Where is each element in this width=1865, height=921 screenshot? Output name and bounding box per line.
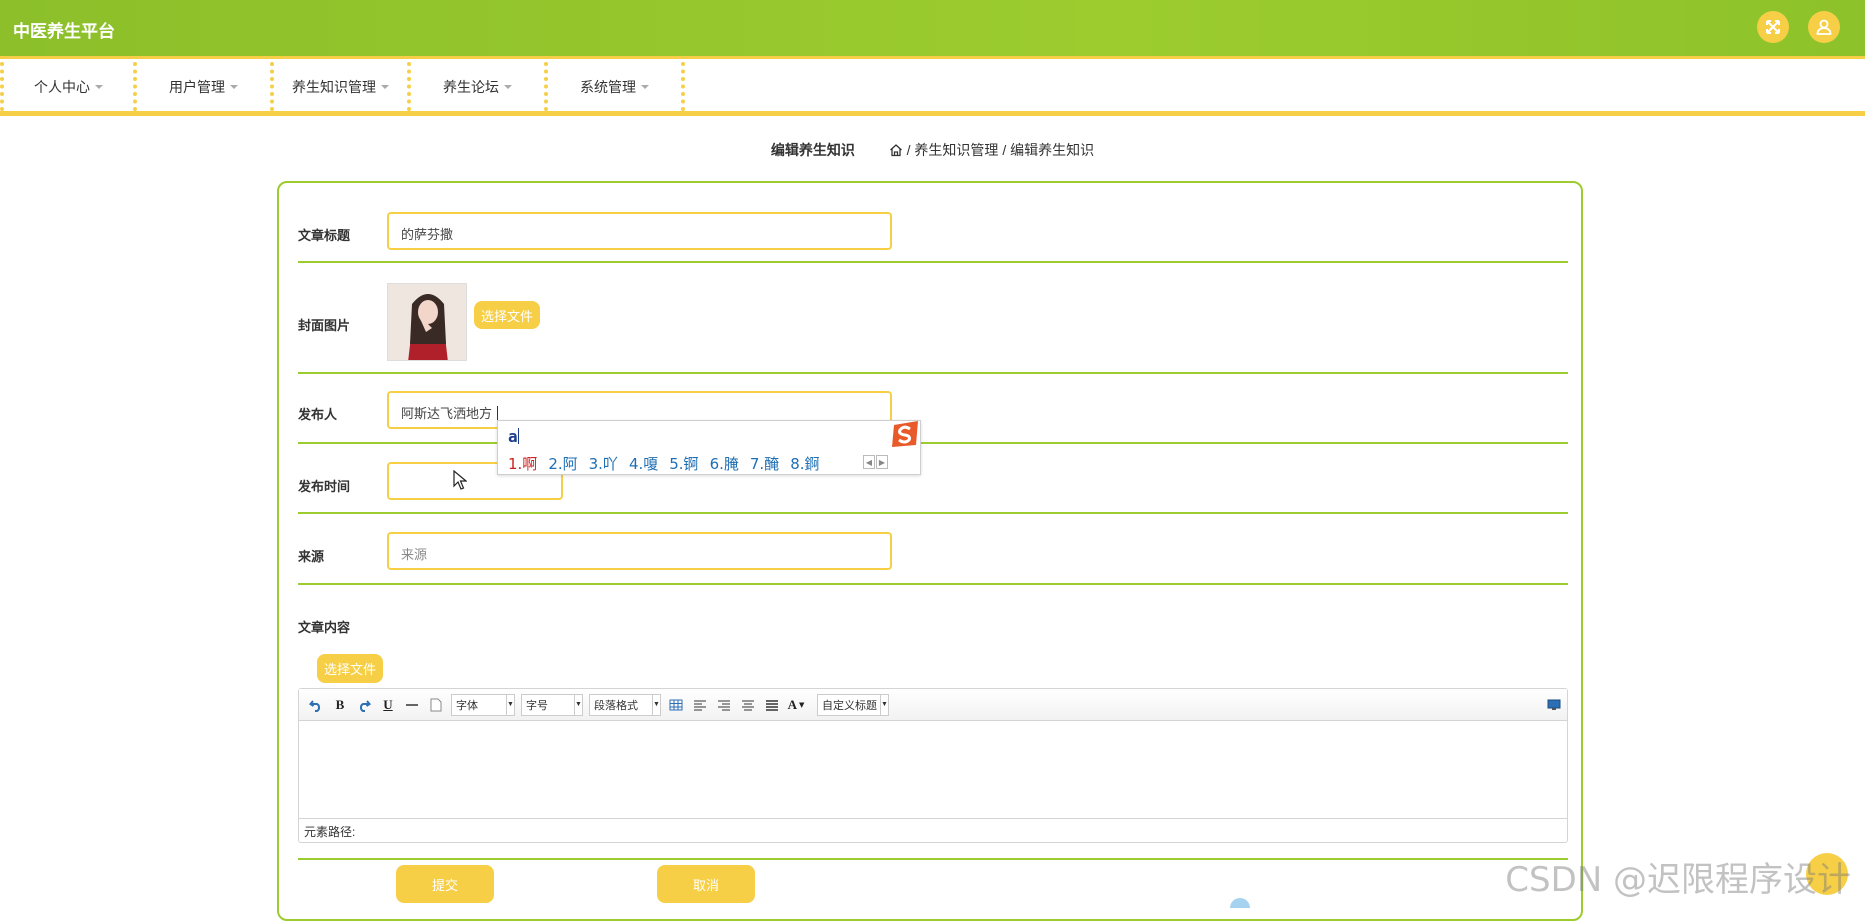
page-icon[interactable] [427, 696, 445, 714]
home-icon[interactable] [889, 143, 903, 157]
publisher-label: 发布人 [298, 407, 338, 422]
publish-time-label: 发布时间 [298, 479, 351, 494]
ime-candidate[interactable]: 8.錒 [790, 453, 819, 474]
horizontal-rule-icon[interactable] [403, 696, 421, 714]
align-left-icon[interactable] [691, 696, 709, 714]
cover-label: 封面图片 [298, 318, 351, 333]
form-row-cover: 封面图片 选择文件 [298, 263, 1568, 374]
ime-prev-page-icon[interactable]: ◀ [863, 455, 875, 469]
ime-candidates: 1.啊 2.阿 3.吖 4.嗄 5.锕 6.腌 7.醃 8.錒 [508, 453, 820, 474]
font-color-button[interactable]: A ▼ [787, 696, 805, 714]
source-label: 来源 [298, 549, 325, 564]
form-row-title: 文章标题 的萨芬撒 [298, 183, 1568, 263]
undo-icon[interactable] [307, 696, 325, 714]
ime-candidate-popup: a 1.啊 2.阿 3.吖 4.嗄 5.锕 6.腌 7.醃 8.錒 ◀ ▶ [497, 420, 921, 475]
chevron-down-icon [95, 84, 103, 89]
dropdown-arrow-icon: ▼ [799, 700, 805, 709]
ime-composition: a [508, 427, 519, 446]
edit-form: 文章标题 的萨芬撒 封面图片 选择文件 发布人 阿斯达飞洒地方 发布时间 来源 [277, 181, 1583, 921]
ime-candidate[interactable]: 7.醃 [750, 453, 779, 474]
fullscreen-editor-icon[interactable] [1545, 696, 1563, 714]
custom-title-select[interactable]: 自定义标题 ▼ [817, 693, 889, 716]
submit-button[interactable]: 提交 [396, 865, 494, 903]
ime-pager: ◀ ▶ [863, 455, 888, 469]
chevron-down-icon [230, 84, 238, 89]
nav-user-management[interactable]: 用户管理 [137, 62, 274, 111]
chevron-down-icon [381, 84, 389, 89]
nav-forum[interactable]: 养生论坛 [411, 62, 548, 111]
title-label: 文章标题 [298, 228, 351, 243]
user-icon[interactable] [1808, 11, 1840, 43]
ime-logo-icon [890, 419, 920, 449]
underline-button[interactable]: U [379, 696, 397, 714]
text-cursor [497, 406, 499, 420]
title-input[interactable]: 的萨芬撒 [387, 212, 892, 250]
paragraph-format-select[interactable]: 段落格式 ▼ [589, 693, 661, 716]
fullscreen-icon[interactable] [1757, 11, 1789, 43]
ime-candidate[interactable]: 1.啊 [508, 453, 537, 474]
editor-toolbar: B U 字体 ▼ 字号 ▼ 段落格式 ▼ A ▼ 自定义标题 ▼ [299, 689, 1567, 721]
bold-button[interactable]: B [331, 696, 349, 714]
dropdown-arrow-icon: ▼ [506, 694, 514, 715]
editor-content-area[interactable] [299, 721, 1567, 818]
content-label: 文章内容 [298, 620, 351, 635]
chevron-down-icon [641, 84, 649, 89]
font-size-select[interactable]: 字号 ▼ [521, 693, 583, 716]
cover-choose-file-button[interactable]: 选择文件 [474, 301, 540, 329]
nav-personal-center[interactable]: 个人中心 [0, 62, 137, 111]
page-title: 编辑养生知识 [770, 142, 855, 158]
dropdown-arrow-icon: ▼ [574, 694, 582, 715]
app-title: 中医养生平台 [13, 22, 115, 41]
ime-candidate[interactable]: 2.阿 [548, 453, 577, 474]
align-center-icon[interactable] [739, 696, 757, 714]
align-justify-icon[interactable] [763, 696, 781, 714]
font-family-select[interactable]: 字体 ▼ [451, 693, 515, 716]
ime-candidate[interactable]: 4.嗄 [629, 453, 658, 474]
nav-system-management[interactable]: 系统管理 [548, 62, 685, 111]
rich-text-editor: B U 字体 ▼ 字号 ▼ 段落格式 ▼ A ▼ 自定义标题 ▼ 元素路径: [298, 688, 1568, 843]
align-right-icon[interactable] [715, 696, 733, 714]
redo-icon[interactable] [355, 696, 373, 714]
chevron-down-icon [504, 84, 512, 89]
nav-knowledge-management[interactable]: 养生知识管理 [274, 62, 411, 111]
ime-candidate[interactable]: 3.吖 [589, 453, 618, 474]
ime-candidate[interactable]: 6.腌 [710, 453, 739, 474]
mouse-cursor-icon [453, 470, 467, 490]
source-input[interactable]: 来源 [387, 532, 892, 570]
cover-image [387, 283, 467, 361]
cancel-button[interactable]: 取消 [657, 865, 755, 903]
breadcrumb: 编辑养生知识 / 养生知识管理 / 编辑养生知识 [0, 140, 1865, 160]
element-path-bar: 元素路径: [299, 818, 1567, 842]
watermark: CSDN @迟限程序设计 [1505, 860, 1851, 900]
ime-candidate[interactable]: 5.锕 [669, 453, 698, 474]
top-header: 中医养生平台 [0, 0, 1865, 59]
table-icon[interactable] [667, 696, 685, 714]
form-row-publish-time: 发布时间 [298, 444, 1568, 514]
form-row-publisher: 发布人 阿斯达飞洒地方 [298, 374, 1568, 444]
breadcrumb-path: / 养生知识管理 / 编辑养生知识 [906, 142, 1095, 158]
content-choose-file-button[interactable]: 选择文件 [317, 654, 383, 683]
dropdown-arrow-icon: ▼ [880, 694, 888, 715]
form-row-source: 来源 来源 [298, 514, 1568, 585]
dropdown-arrow-icon: ▼ [652, 694, 660, 715]
ime-next-page-icon[interactable]: ▶ [876, 455, 888, 469]
main-nav: 个人中心 用户管理 养生知识管理 养生论坛 系统管理 [0, 62, 1865, 116]
